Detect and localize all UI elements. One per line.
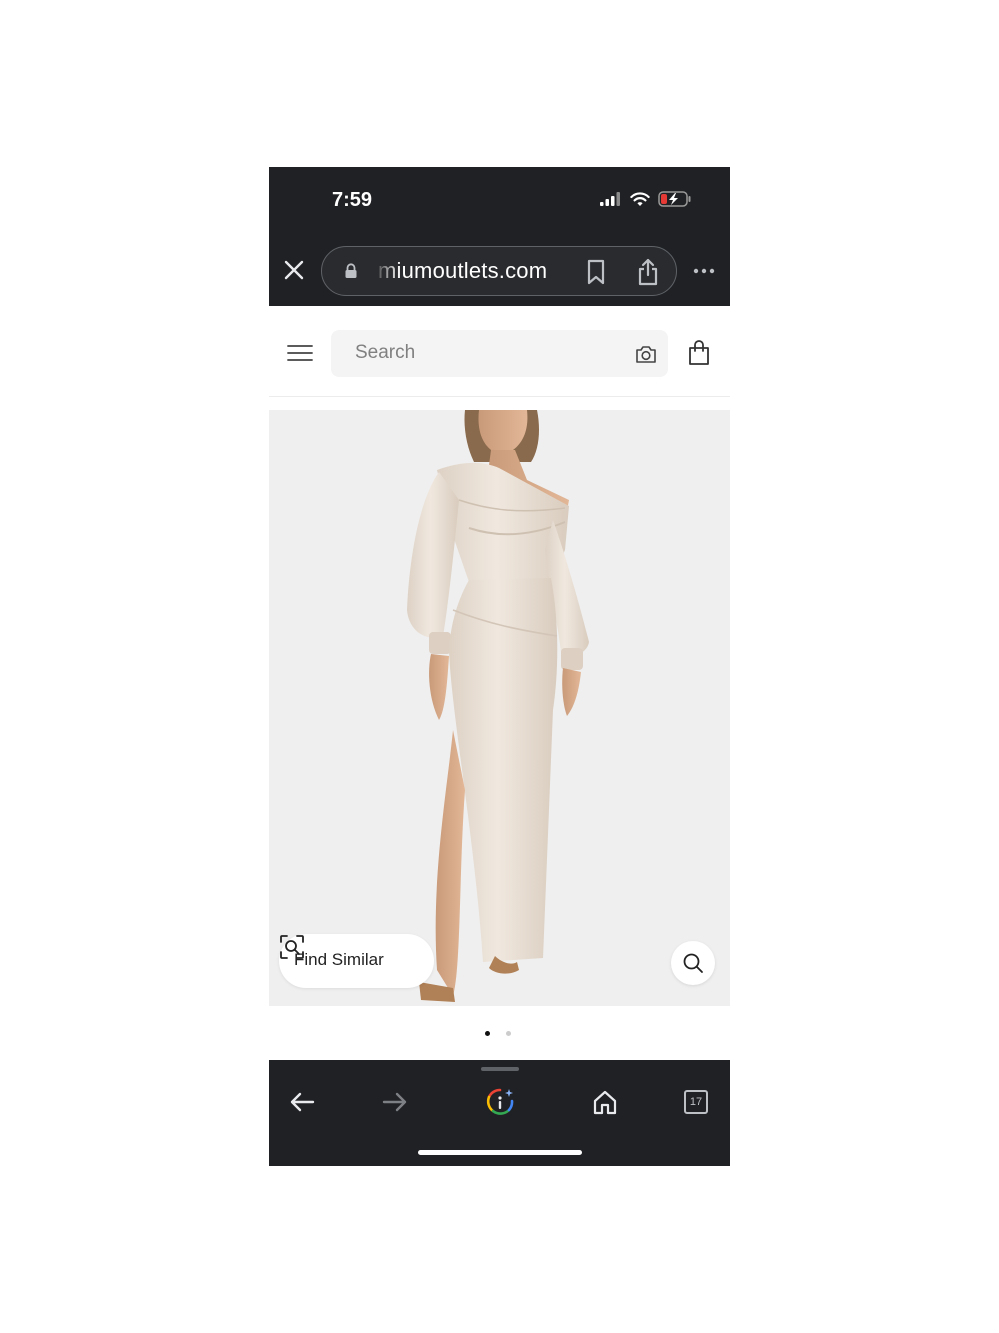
product-image[interactable]: Find Similar (269, 410, 730, 1006)
url-text[interactable]: miumoutlets.com (378, 258, 547, 284)
site-header (269, 306, 730, 397)
home-icon[interactable] (590, 1087, 620, 1117)
signal-icon (600, 192, 620, 206)
search-box[interactable] (331, 330, 668, 377)
lock-icon (345, 263, 357, 278)
browser-bottom-toolbar: 17 (269, 1060, 730, 1166)
google-lens-icon[interactable] (485, 1087, 515, 1117)
image-pagination (485, 1031, 511, 1036)
more-icon[interactable] (693, 261, 715, 281)
dress-model-image (407, 410, 589, 1002)
status-icons (600, 191, 692, 207)
tabs-button[interactable]: 17 (684, 1090, 714, 1120)
search-input[interactable] (355, 342, 605, 364)
magnifier-icon (683, 953, 703, 973)
visual-search-icon (280, 935, 304, 959)
forward-arrow-icon[interactable] (380, 1087, 410, 1117)
pagination-dot[interactable] (485, 1031, 490, 1036)
tabs-icon: 17 (684, 1090, 708, 1114)
grab-handle[interactable] (481, 1067, 519, 1071)
zoom-button[interactable] (671, 941, 715, 985)
find-similar-button[interactable]: Find Similar (279, 934, 434, 988)
wifi-icon (630, 191, 650, 206)
pagination-dot[interactable] (506, 1031, 511, 1036)
browser-top-chrome: 7:59 miumoutlets.com (269, 167, 730, 306)
battery-icon (658, 191, 691, 207)
bookmark-icon[interactable] (584, 259, 608, 285)
share-icon[interactable] (636, 258, 660, 286)
status-time: 7:59 (332, 189, 373, 211)
hamburger-menu-icon[interactable] (287, 343, 313, 363)
home-indicator (418, 1150, 582, 1155)
find-similar-label: Find Similar (294, 950, 384, 969)
camera-icon[interactable] (635, 344, 657, 364)
shopping-bag-icon[interactable] (687, 340, 711, 366)
close-tab-button[interactable] (281, 257, 307, 283)
back-arrow-icon[interactable] (287, 1087, 317, 1117)
address-bar[interactable]: miumoutlets.com (321, 246, 677, 296)
phone-screen: 7:59 miumoutlets.com Search Find Similar… (269, 167, 730, 1166)
close-icon (284, 260, 304, 280)
